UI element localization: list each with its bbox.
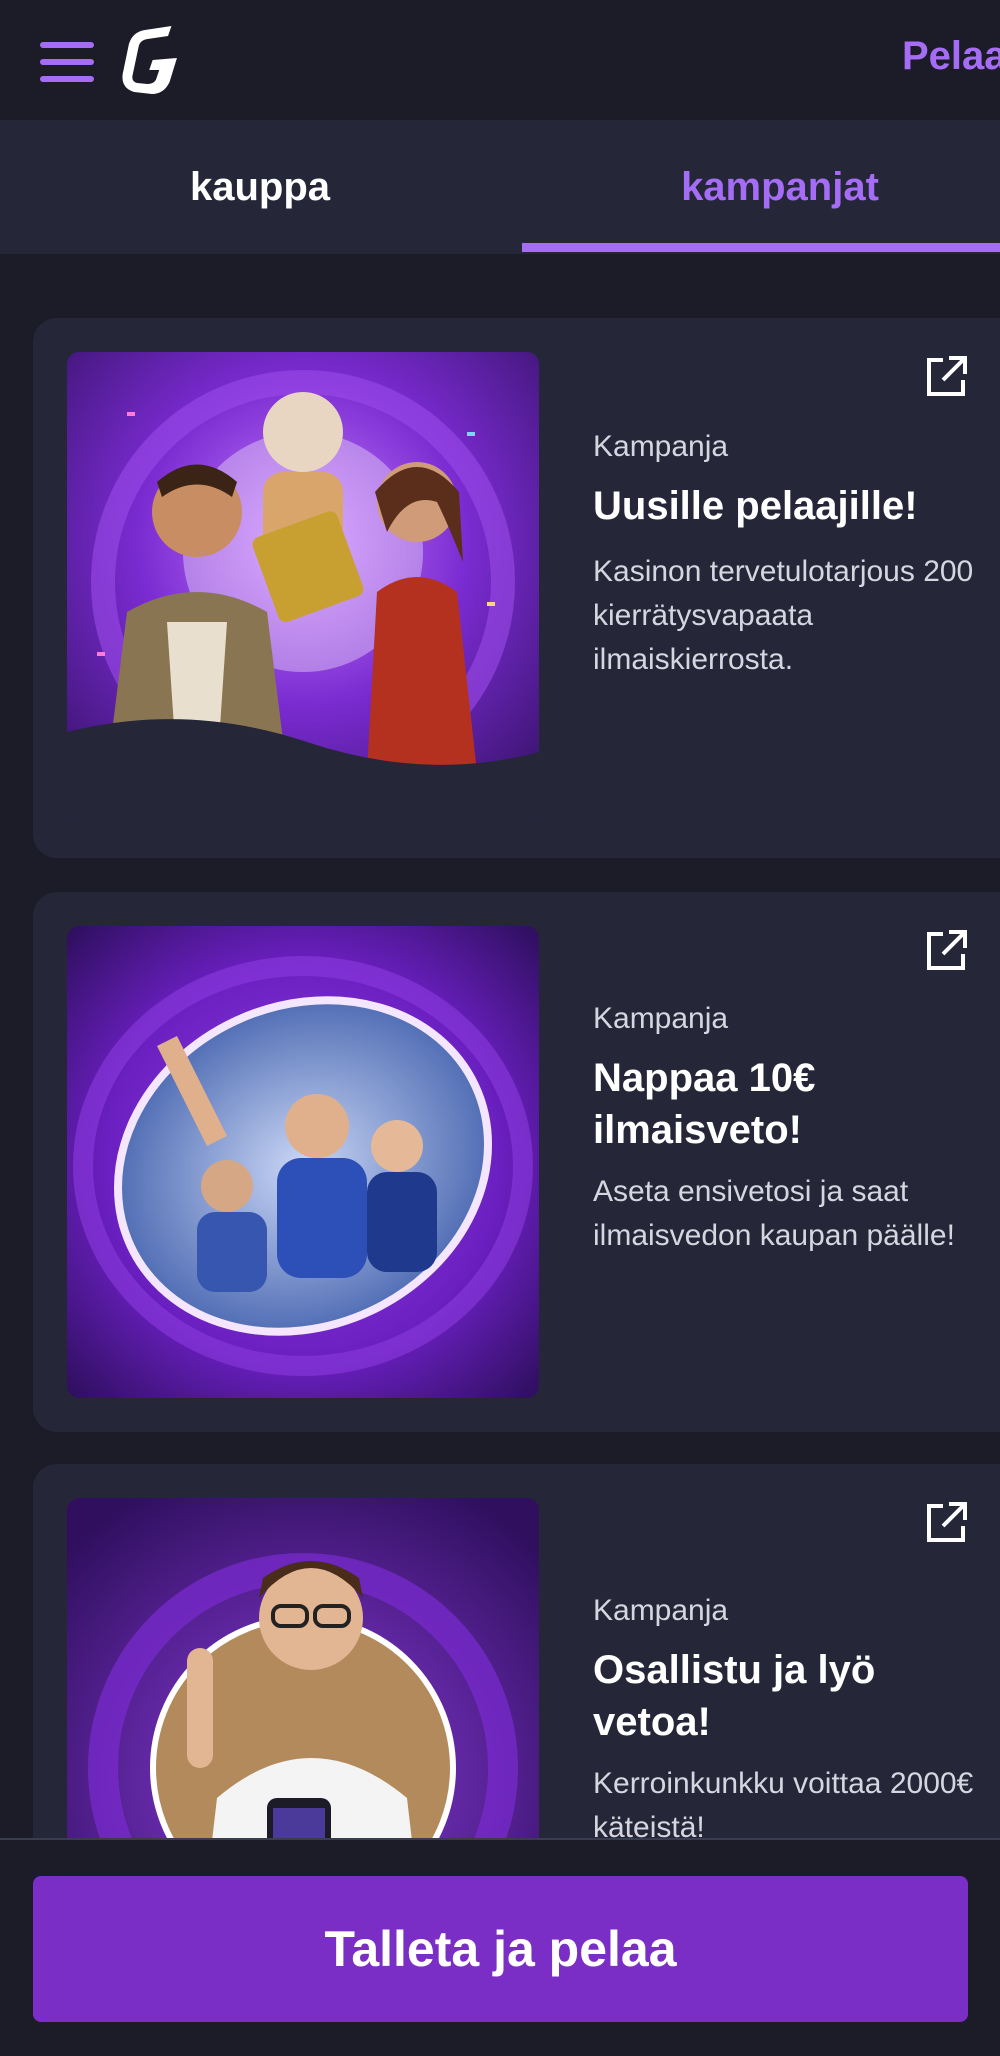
external-link-icon[interactable] bbox=[923, 354, 969, 400]
tab-kampanjat[interactable]: kampanjat bbox=[530, 120, 1000, 254]
bottom-cta-bar: Talleta ja pelaa bbox=[0, 1838, 1000, 2056]
tab-kauppa[interactable]: kauppa bbox=[10, 120, 510, 254]
play-link[interactable]: Pelaa bbox=[902, 34, 1000, 79]
hamburger-menu-icon[interactable] bbox=[40, 42, 94, 82]
promotion-title: Nappaa 10€ ilmaisveto! bbox=[593, 1056, 816, 1152]
promotion-category: Kampanja bbox=[593, 430, 729, 463]
deposit-and-play-button[interactable]: Talleta ja pelaa bbox=[33, 1876, 968, 2022]
promotion-title: Osallistu ja lyö vetoa! bbox=[593, 1648, 876, 1744]
active-tab-indicator bbox=[522, 243, 1000, 252]
external-link-icon[interactable] bbox=[923, 928, 969, 974]
promotion-category: Kampanja bbox=[593, 1002, 729, 1035]
promotion-category: Kampanja bbox=[593, 1594, 729, 1627]
top-bar: Pelaa bbox=[0, 0, 1000, 120]
external-link-icon[interactable] bbox=[923, 1500, 969, 1546]
brand-logo[interactable] bbox=[118, 22, 178, 98]
tab-bar: kauppa kampanjat bbox=[0, 120, 1000, 254]
promotion-card[interactable]: Kampanja Uusille pelaajille! Kasinon ter… bbox=[33, 318, 1000, 858]
promotion-title: Uusille pelaajille! bbox=[593, 484, 918, 528]
promotion-description: Kerroinkunkku voittaa 2000€ käteistä! bbox=[593, 1767, 974, 1844]
promotion-image bbox=[67, 926, 539, 1398]
promotion-description: Aseta ensivetosi ja saat ilmaisvedon kau… bbox=[593, 1175, 955, 1252]
promotion-card[interactable]: Kampanja Nappaa 10€ ilmaisveto! Aseta en… bbox=[33, 892, 1000, 1432]
promotion-description: Kasinon tervetulotarjous 200 kierrätysva… bbox=[593, 555, 974, 676]
promotion-image bbox=[67, 352, 539, 824]
